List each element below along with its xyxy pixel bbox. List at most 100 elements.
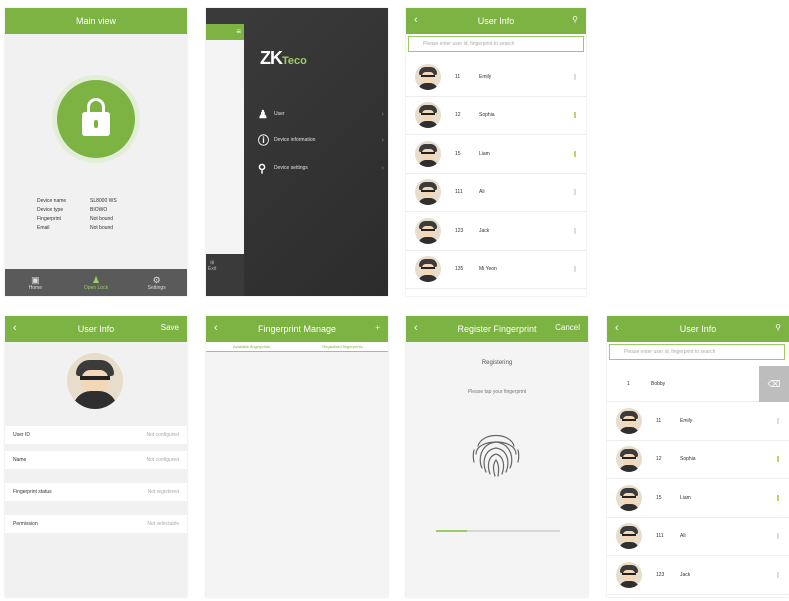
fingerprint-indicator <box>777 533 779 540</box>
user-id: 111 <box>455 189 463 196</box>
back-icon[interactable]: ‹ <box>13 322 17 334</box>
user-id: 12 <box>656 456 662 463</box>
drawer-panel: ZKTeco ♟ User › ⓘ Device information › ⚲ Devi… <box>244 8 388 296</box>
avatar <box>616 561 642 588</box>
tab-available-fingerprints[interactable]: Available fingerprints <box>206 342 297 351</box>
fingerprint-tabs: Available fingerprints Registered finger… <box>206 342 388 352</box>
tab-registered-fingerprints[interactable]: Registered fingerprints <box>297 342 388 351</box>
user-id-field[interactable]: User ID Not configured <box>5 426 187 444</box>
user-info-title: User Info <box>679 324 717 334</box>
user-list: 11 Emily 12 Sophia 15 Liam 111 Ali 123 Jack <box>607 402 789 595</box>
search-input[interactable]: Please enter user id, fingerprint to sea… <box>408 36 584 52</box>
nav-home[interactable]: ▣ Home <box>5 269 66 296</box>
info-row: Device name SL8000 WS <box>37 198 117 204</box>
list-item[interactable]: 11 Emily <box>607 402 789 441</box>
avatar <box>616 407 642 434</box>
fingerprint-indicator <box>777 571 779 578</box>
user-name: Jack <box>479 227 490 234</box>
fingerprint-indicator <box>574 266 576 273</box>
list-item[interactable]: 11 Emily <box>406 58 586 97</box>
avatar <box>415 63 441 90</box>
device-info-table: Device name SL8000 WS Device type BIOWO Fi… <box>37 198 117 234</box>
user-id: 15 <box>455 150 461 157</box>
list-item[interactable]: 123 Jack <box>607 556 789 595</box>
info-row: Device type BIOWO <box>37 207 108 213</box>
fingerprint-status-field[interactable]: Fingerprint status Not registered <box>5 483 187 501</box>
save-button[interactable]: Save <box>161 323 179 332</box>
main-view-screen: Main view Device name SL8000 WS Device ty… <box>5 8 187 296</box>
register-topbar: ‹ Register Fingerprint Cancel <box>406 316 588 342</box>
user-id: 123 <box>455 227 464 234</box>
menu-item-user[interactable]: ♟ User › <box>258 106 384 122</box>
chevron-right-icon: › <box>381 136 384 144</box>
user-edit-title: User Info <box>77 324 115 334</box>
list-item[interactable]: 111 Ali <box>406 174 586 212</box>
user-edit-screen: ‹ User Info Save User ID Not configured N… <box>5 316 187 597</box>
main-view-topbar: Main view <box>5 8 187 34</box>
fingerprint-icon <box>472 434 520 477</box>
menu-item-device-information[interactable]: ⓘ Device information › <box>258 132 384 148</box>
user-name: Emily <box>479 73 492 80</box>
fingerprint-manage-topbar: ‹ Fingerprint Manage + <box>206 316 388 342</box>
list-item[interactable]: 135 Mi Yeon <box>406 251 586 289</box>
cancel-button[interactable]: Cancel <box>555 323 580 332</box>
user-id: 111 <box>656 533 664 540</box>
list-item[interactable]: 123 Jack <box>406 212 586 251</box>
nav-open-lock[interactable]: ♟ Open Lock <box>66 269 127 296</box>
fingerprint-manage-title: Fingerprint Manage <box>257 324 337 334</box>
fingerprint-indicator <box>574 112 576 119</box>
main-view-behind: ≡ <box>206 24 244 254</box>
drawer-menu-screen: ≡ ⊞ Exit ZKTeco ♟ User › ⓘ Device informatio… <box>206 8 388 296</box>
fingerprint-indicator <box>574 150 576 157</box>
avatar <box>616 484 642 511</box>
chevron-right-icon: › <box>381 164 384 172</box>
add-icon[interactable]: + <box>375 323 380 332</box>
fingerprint-indicator <box>777 494 779 501</box>
user-name: Jack <box>680 571 691 578</box>
name-field[interactable]: Name Not configured <box>5 451 187 469</box>
back-icon[interactable]: ‹ <box>414 14 418 26</box>
list-item[interactable]: 12 Sophia <box>406 97 586 135</box>
back-icon[interactable]: ‹ <box>214 322 218 334</box>
unlock-button[interactable] <box>57 80 135 158</box>
fingerprint-indicator <box>574 189 576 196</box>
exit-button[interactable]: ⊞ Exit <box>208 260 216 272</box>
user-name: Sophia <box>479 112 495 119</box>
avatar <box>415 140 441 167</box>
search-icon[interactable]: ⚲ <box>572 15 578 24</box>
menu-item-device-settings[interactable]: ⚲ Device settings › <box>258 160 384 176</box>
list-item[interactable]: 15 Liam <box>406 135 586 174</box>
delete-button[interactable]: ⌫ <box>759 366 789 402</box>
avatar <box>415 256 441 283</box>
user-id: 135 <box>455 266 464 273</box>
registration-progress <box>436 530 560 532</box>
user-id: 11 <box>656 417 662 424</box>
user-list: 11 Emily 12 Sophia 15 Liam 111 Ali 123 Jack 135 Mi … <box>406 58 586 289</box>
lock-body <box>82 112 110 136</box>
user-name: Mi Yeon <box>479 266 497 273</box>
user-info-title: User Info <box>477 16 515 26</box>
fingerprint-manage-screen: ‹ Fingerprint Manage + Available fingerp… <box>206 316 388 597</box>
main-view-title: Main view <box>75 16 116 26</box>
user-id: 15 <box>656 494 662 501</box>
search-icon[interactable]: ⚲ <box>775 323 781 332</box>
user-list-swipe-screen: ‹ User Info ⚲ Please enter user id, fing… <box>607 316 789 597</box>
avatar <box>616 446 642 473</box>
user-info-topbar: ‹ User Info ⚲ <box>406 8 586 34</box>
list-item[interactable]: 15 Liam <box>607 479 789 518</box>
register-fingerprint-screen: ‹ Register Fingerprint Cancel Registerin… <box>406 316 588 597</box>
permission-field[interactable]: Permission Not selectable <box>5 515 187 533</box>
list-item[interactable]: 111 Ali <box>607 518 789 556</box>
back-icon[interactable]: ‹ <box>414 322 418 334</box>
info-row: Email Not bound <box>37 225 114 231</box>
menu-button[interactable]: ≡ <box>206 24 244 40</box>
avatar[interactable] <box>67 353 123 409</box>
trash-icon: ⌫ <box>767 378 781 389</box>
lock-icon: ▣ <box>31 274 40 285</box>
back-icon[interactable]: ‹ <box>615 322 619 334</box>
user-edit-topbar: ‹ User Info Save <box>5 316 187 342</box>
nav-settings[interactable]: ⚙ Settings <box>126 269 187 296</box>
search-input[interactable]: Please enter user id, fingerprint to sea… <box>609 344 785 360</box>
list-item[interactable]: 12 Sophia <box>607 441 789 479</box>
fingerprint-indicator <box>777 417 779 424</box>
